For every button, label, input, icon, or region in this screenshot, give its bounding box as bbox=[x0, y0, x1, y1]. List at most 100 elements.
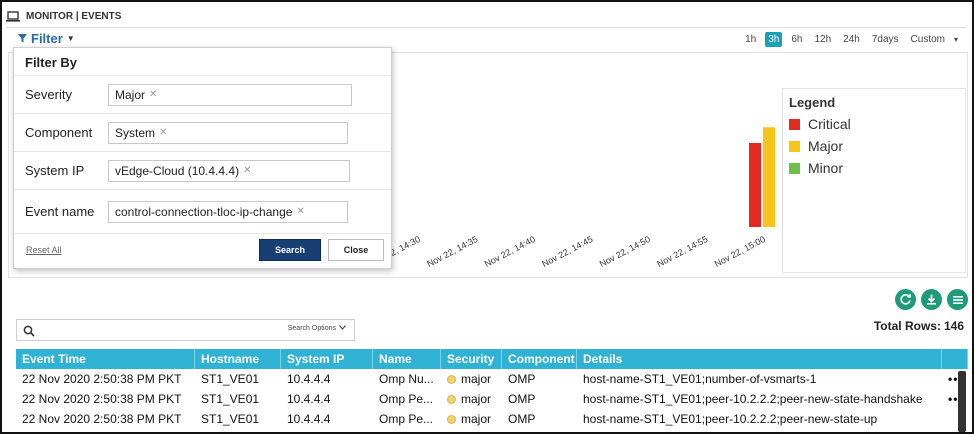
laptop-icon bbox=[6, 10, 20, 22]
component-tag: System bbox=[115, 125, 156, 140]
download-icon bbox=[925, 293, 938, 306]
cell-name: Omp Pe... bbox=[379, 392, 434, 406]
time-range-option-24h[interactable]: 24h bbox=[840, 32, 863, 47]
table-row[interactable]: 22 Nov 2020 2:50:38 PM PKT ST1_VE01 10.4… bbox=[16, 409, 968, 429]
cell-event-time: 22 Nov 2020 2:50:38 PM PKT bbox=[22, 412, 182, 426]
remove-tag-icon[interactable]: ✕ bbox=[296, 206, 304, 217]
funnel-icon bbox=[18, 31, 27, 46]
cell-component: OMP bbox=[508, 392, 536, 406]
cell-system-ip: 10.4.4.4 bbox=[287, 412, 331, 426]
events-table: Event Time Hostname System IP Name Secur… bbox=[16, 349, 968, 429]
filter-label: Filter bbox=[31, 31, 63, 46]
remove-tag-icon[interactable]: ✕ bbox=[149, 89, 157, 100]
filter-panel-footer: Reset All Search Close bbox=[14, 233, 391, 269]
legend-item-major[interactable]: Major bbox=[789, 138, 959, 154]
time-range-option-3h[interactable]: 3h bbox=[765, 32, 783, 47]
table-scrollbar[interactable] bbox=[958, 371, 966, 432]
x-tick-label: Nov 22, 14:35 bbox=[425, 234, 479, 269]
events-window: MONITOR | EVENTS Filter ▼ 1h 3h 6h 12h 24h 7d… bbox=[0, 0, 974, 434]
page-header: MONITOR | EVENTS bbox=[6, 6, 966, 28]
header-divider bbox=[6, 27, 966, 28]
table-row[interactable]: 22 Nov 2020 2:50:38 PM PKT ST1_VE01 10.4… bbox=[16, 389, 968, 409]
cell-hostname: ST1_VE01 bbox=[201, 372, 260, 386]
legend-label-minor: Minor bbox=[808, 160, 844, 176]
cell-details: host-name-ST1_VE01;peer-10.2.2.2;peer-ne… bbox=[583, 412, 878, 426]
system-ip-field[interactable]: vEdge-Cloud (10.4.4.4) ✕ bbox=[108, 159, 350, 182]
time-range-option-custom[interactable]: Custom bbox=[908, 32, 948, 47]
event-name-tag: control-connection-tloc-ip-change bbox=[115, 204, 293, 219]
cell-name: Omp Nu... bbox=[379, 372, 434, 386]
filter-row-system-ip: System IP vEdge-Cloud (10.4.4.4) ✕ bbox=[14, 151, 391, 189]
column-header-details[interactable]: Details bbox=[577, 349, 942, 369]
legend-label-major: Major bbox=[808, 138, 844, 154]
time-range-option-1h[interactable]: 1h bbox=[742, 32, 759, 47]
column-header-hostname[interactable]: Hostname bbox=[195, 349, 281, 369]
cell-name: Omp Pe... bbox=[379, 412, 434, 426]
time-range-option-12h[interactable]: 12h bbox=[811, 32, 834, 47]
columns-button[interactable] bbox=[947, 289, 968, 310]
chart-legend: Legend Critical Major Minor bbox=[782, 88, 966, 273]
chevron-down-icon bbox=[339, 325, 346, 332]
legend-swatch-major bbox=[789, 140, 800, 152]
download-button[interactable] bbox=[921, 289, 942, 310]
column-header-event-time[interactable]: Event Time bbox=[16, 349, 195, 369]
caret-down-icon: ▼ bbox=[66, 34, 75, 43]
bar-critical-6[interactable] bbox=[749, 143, 761, 227]
event-name-field[interactable]: control-connection-tloc-ip-change ✕ bbox=[108, 200, 348, 223]
legend-item-minor[interactable]: Minor bbox=[789, 160, 959, 176]
page-title: MONITOR | EVENTS bbox=[26, 10, 122, 22]
x-tick-label: Nov 22, 14:55 bbox=[655, 234, 709, 269]
remove-tag-icon[interactable]: ✕ bbox=[159, 127, 167, 138]
search-icon bbox=[23, 324, 35, 342]
cell-component: OMP bbox=[508, 412, 536, 426]
reset-all-link[interactable]: Reset All bbox=[26, 245, 62, 255]
component-label: Component bbox=[25, 125, 93, 140]
system-ip-tag: vEdge-Cloud (10.4.4.4) bbox=[115, 163, 240, 178]
filter-row-event-name: Event name control-connection-tloc-ip-ch… bbox=[14, 189, 391, 233]
x-tick-label: Nov 22, 14:40 bbox=[483, 234, 537, 269]
refresh-button[interactable] bbox=[895, 289, 916, 310]
column-header-name[interactable]: Name bbox=[373, 349, 441, 369]
event-name-label: Event name bbox=[25, 204, 95, 219]
remove-tag-icon[interactable]: ✕ bbox=[243, 165, 251, 176]
time-range-option-6h[interactable]: 6h bbox=[788, 32, 805, 47]
search-options-dropdown[interactable]: Search Options bbox=[288, 325, 346, 332]
column-header-component[interactable]: Component bbox=[502, 349, 577, 369]
x-tick-label: Nov 22, 14:50 bbox=[598, 234, 652, 269]
cell-event-time: 22 Nov 2020 2:50:38 PM PKT bbox=[22, 392, 182, 406]
search-button[interactable]: Search bbox=[259, 239, 321, 261]
component-field[interactable]: System ✕ bbox=[108, 121, 348, 144]
time-range-option-7days[interactable]: 7days bbox=[869, 32, 902, 47]
severity-field[interactable]: Major ✕ bbox=[108, 83, 352, 106]
list-icon bbox=[952, 294, 964, 306]
caret-down-icon: ▾ bbox=[953, 35, 958, 44]
total-rows-label: Total Rows: bbox=[873, 319, 941, 333]
severity-dot-icon bbox=[447, 394, 456, 404]
column-header-system-ip[interactable]: System IP bbox=[281, 349, 373, 369]
refresh-icon bbox=[899, 293, 912, 306]
total-rows-value: 146 bbox=[943, 319, 964, 333]
filter-row-severity: Severity Major ✕ bbox=[14, 75, 391, 113]
cell-system-ip: 10.4.4.4 bbox=[287, 392, 331, 406]
cell-details: host-name-ST1_VE01;number-of-vsmarts-1 bbox=[583, 372, 817, 386]
cell-hostname: ST1_VE01 bbox=[201, 412, 260, 426]
close-button[interactable]: Close bbox=[328, 239, 384, 261]
legend-swatch-critical bbox=[789, 118, 800, 130]
severity-tag: Major bbox=[115, 87, 146, 102]
filter-row-component: Component System ✕ bbox=[14, 113, 391, 151]
table-search-bar: Search Options bbox=[16, 319, 355, 341]
legend-item-critical[interactable]: Critical bbox=[789, 116, 959, 132]
column-header-security[interactable]: Security bbox=[441, 349, 502, 369]
severity-dot-icon bbox=[447, 374, 456, 384]
legend-title: Legend bbox=[789, 95, 836, 110]
time-range-selector: 1h 3h 6h 12h 24h 7days Custom ▾ bbox=[742, 32, 958, 47]
cell-event-time: 22 Nov 2020 2:50:38 PM PKT bbox=[22, 372, 182, 386]
x-tick-label: Nov 22, 14:45 bbox=[540, 234, 594, 269]
search-input[interactable] bbox=[41, 322, 281, 338]
filter-toggle[interactable]: Filter ▼ bbox=[18, 31, 75, 46]
cell-security: major bbox=[441, 409, 502, 429]
security-text: major bbox=[461, 412, 492, 426]
table-row[interactable]: 22 Nov 2020 2:50:38 PM PKT ST1_VE01 10.4… bbox=[16, 369, 968, 389]
bar-major-6[interactable] bbox=[763, 127, 775, 227]
search-options-label: Search Options bbox=[287, 325, 336, 332]
